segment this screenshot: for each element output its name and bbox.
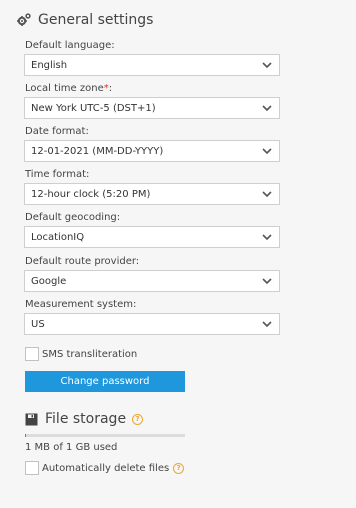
chevron-down-icon	[261, 318, 273, 330]
chevron-down-icon	[261, 275, 273, 287]
file-storage-header: File storage ?	[25, 411, 144, 427]
general-settings-title: General settings	[38, 12, 154, 28]
sms-transliteration-label: SMS transliteration	[42, 348, 138, 360]
time-format-value: 12-hour clock (5:20 PM)	[31, 188, 151, 200]
change-password-button[interactable]: Change password	[25, 371, 185, 392]
sms-transliteration-checkbox[interactable]	[25, 347, 39, 361]
time-zone-value: New York UTC-5 (DST+1)	[31, 102, 156, 114]
measurement-system-value: US	[31, 318, 45, 330]
date-format-value: 12-01-2021 (MM-DD-YYYY)	[31, 145, 164, 157]
storage-usage-bar	[25, 434, 185, 437]
chevron-down-icon	[261, 145, 273, 157]
auto-delete-help-icon[interactable]: ?	[173, 462, 185, 474]
chevron-down-icon	[261, 231, 273, 243]
route-provider-value: Google	[31, 275, 67, 287]
auto-delete-row[interactable]: Automatically delete files ?	[25, 461, 185, 475]
language-label: Default language:	[25, 40, 115, 51]
sms-transliteration-row[interactable]: SMS transliteration	[25, 347, 137, 361]
storage-usage-text: 1 MB of 1 GB used	[25, 442, 118, 453]
language-select[interactable]: English	[24, 54, 280, 76]
time-zone-select[interactable]: New York UTC-5 (DST+1)	[24, 97, 280, 119]
geocoding-value: LocationIQ	[31, 231, 85, 243]
chevron-down-icon	[261, 188, 273, 200]
chevron-down-icon	[261, 102, 273, 114]
geocoding-label: Default geocoding:	[25, 212, 121, 223]
chevron-down-icon	[261, 59, 273, 71]
measurement-system-label: Measurement system:	[25, 299, 137, 310]
time-format-label: Time format:	[25, 169, 90, 180]
general-settings-header: General settings	[16, 12, 153, 28]
gears-icon	[16, 12, 32, 28]
time-zone-label: Local time zone*:	[25, 83, 113, 94]
file-storage-title: File storage	[45, 411, 127, 427]
floppy-disk-icon	[25, 413, 38, 426]
auto-delete-label: Automatically delete files	[42, 462, 170, 474]
geocoding-select[interactable]: LocationIQ	[24, 226, 280, 248]
route-provider-select[interactable]: Google	[24, 270, 280, 292]
language-value: English	[31, 59, 68, 71]
time-format-select[interactable]: 12-hour clock (5:20 PM)	[24, 183, 280, 205]
route-provider-label: Default route provider:	[25, 256, 140, 267]
file-storage-help-icon[interactable]: ?	[132, 413, 144, 425]
auto-delete-checkbox[interactable]	[25, 461, 39, 475]
measurement-system-select[interactable]: US	[24, 313, 280, 335]
date-format-label: Date format:	[25, 126, 89, 137]
date-format-select[interactable]: 12-01-2021 (MM-DD-YYYY)	[24, 140, 280, 162]
